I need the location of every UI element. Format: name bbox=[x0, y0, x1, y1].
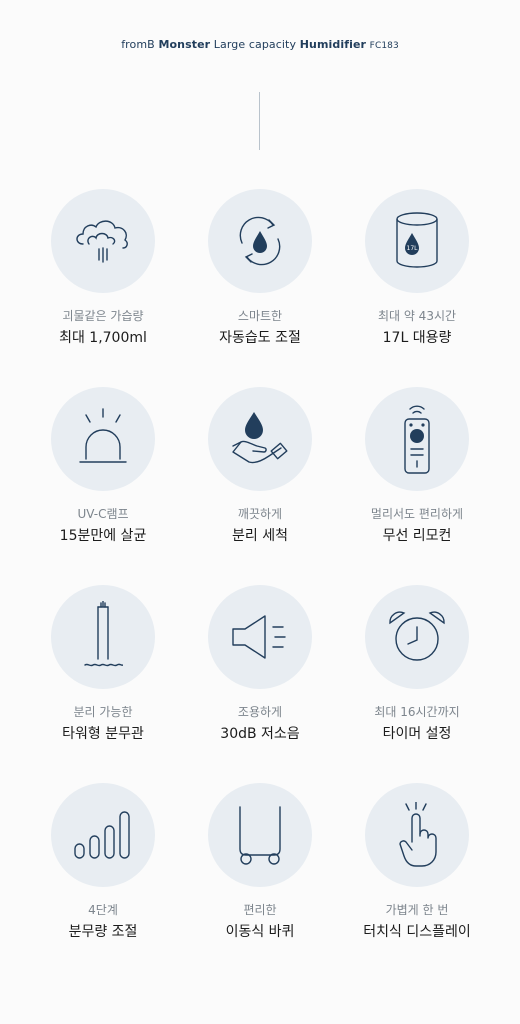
feature-title: 17L 대용량 bbox=[382, 330, 452, 346]
remote-control-icon bbox=[404, 405, 430, 474]
feature-title: 자동습도 조절 bbox=[219, 330, 301, 346]
vertical-divider bbox=[259, 92, 260, 150]
feature-item: 괴물같은 가습량 최대 1,700ml bbox=[25, 189, 182, 387]
feature-subtitle: 분리 가능한 bbox=[73, 705, 133, 719]
touch-finger-icon bbox=[399, 802, 437, 867]
feature-subtitle: 가볍게 한 번 bbox=[385, 903, 449, 917]
feature-subtitle: UV-C램프 bbox=[77, 507, 129, 521]
feature-item: 편리한 이동식 바퀴 bbox=[182, 783, 339, 981]
feature-subtitle: 스마트한 bbox=[237, 309, 283, 323]
brand-name: fromB bbox=[121, 38, 155, 51]
feature-icon-circle bbox=[365, 783, 469, 887]
feature-icon-circle bbox=[208, 585, 312, 689]
water-tank-17l-icon: 17L bbox=[396, 212, 438, 268]
feature-icon-circle bbox=[365, 387, 469, 491]
title-word-large: Large capacity bbox=[213, 38, 297, 51]
feature-title: 무선 리모컨 bbox=[382, 528, 452, 544]
quiet-speaker-icon bbox=[232, 615, 286, 659]
feature-item: 조용하게 30dB 저소음 bbox=[182, 585, 339, 783]
feature-subtitle: 조용하게 bbox=[237, 705, 283, 719]
feature-title: 분리 세척 bbox=[232, 528, 288, 544]
feature-item: 멀리서도 편리하게 무선 리모컨 bbox=[339, 387, 496, 585]
feature-icon-circle bbox=[51, 783, 155, 887]
feature-title: 15분만에 살균 bbox=[59, 528, 147, 544]
feature-icon-circle bbox=[51, 387, 155, 491]
feature-subtitle: 깨끗하게 bbox=[237, 507, 283, 521]
feature-title: 최대 1,700ml bbox=[59, 330, 147, 346]
product-title: fromB Monster Large capacity Humidifier … bbox=[0, 38, 520, 51]
title-word-monster: Monster bbox=[158, 38, 211, 51]
tower-tube-icon bbox=[84, 601, 123, 667]
tank-capacity-label: 17L bbox=[407, 245, 419, 252]
feature-title: 타이머 설정 bbox=[382, 726, 452, 742]
feature-icon-circle bbox=[208, 783, 312, 887]
feature-item: 깨끗하게 분리 세척 bbox=[182, 387, 339, 585]
feature-item: 스마트한 자동습도 조절 bbox=[182, 189, 339, 387]
feature-item: 4단계 분무량 조절 bbox=[25, 783, 182, 981]
spray-level-bars-icon bbox=[74, 811, 130, 859]
feature-title: 이동식 바퀴 bbox=[225, 924, 295, 940]
feature-item: 17L 최대 약 43시간 17L 대용량 bbox=[339, 189, 496, 387]
feature-icon-circle: 17L bbox=[365, 189, 469, 293]
feature-icon-circle bbox=[208, 189, 312, 293]
feature-title: 터치식 디스플레이 bbox=[363, 924, 471, 940]
feature-icon-circle bbox=[51, 585, 155, 689]
feature-subtitle: 최대 약 43시간 bbox=[377, 309, 457, 323]
hand-drop-icon bbox=[232, 412, 288, 464]
uv-lamp-icon bbox=[79, 408, 127, 463]
steam-cloud-icon bbox=[76, 220, 128, 263]
feature-subtitle: 편리한 bbox=[243, 903, 277, 917]
feature-item: UV-C램프 15분만에 살균 bbox=[25, 387, 182, 585]
alarm-clock-icon bbox=[389, 611, 445, 661]
feature-title: 분무량 조절 bbox=[68, 924, 138, 940]
feature-subtitle: 괴물같은 가습량 bbox=[62, 309, 144, 323]
feature-icon-circle bbox=[51, 189, 155, 293]
feature-title: 30dB 저소음 bbox=[220, 726, 300, 742]
feature-title: 타워형 분무관 bbox=[62, 726, 144, 742]
feature-icon-circle bbox=[208, 387, 312, 491]
feature-grid: 괴물같은 가습량 최대 1,700ml 스마트한 자동습도 조절 17L 최대 … bbox=[0, 189, 520, 981]
wheels-body-icon bbox=[239, 806, 281, 865]
feature-subtitle: 최대 16시간까지 bbox=[374, 705, 460, 719]
model-number: FC183 bbox=[369, 41, 399, 51]
feature-subtitle: 4단계 bbox=[88, 903, 118, 917]
feature-item: 가볍게 한 번 터치식 디스플레이 bbox=[339, 783, 496, 981]
smart-cycle-drop-icon bbox=[239, 216, 281, 266]
title-word-humidifier: Humidifier bbox=[299, 38, 367, 51]
feature-icon-circle bbox=[365, 585, 469, 689]
feature-item: 최대 16시간까지 타이머 설정 bbox=[339, 585, 496, 783]
feature-item: 분리 가능한 타워형 분무관 bbox=[25, 585, 182, 783]
feature-subtitle: 멀리서도 편리하게 bbox=[370, 507, 464, 521]
